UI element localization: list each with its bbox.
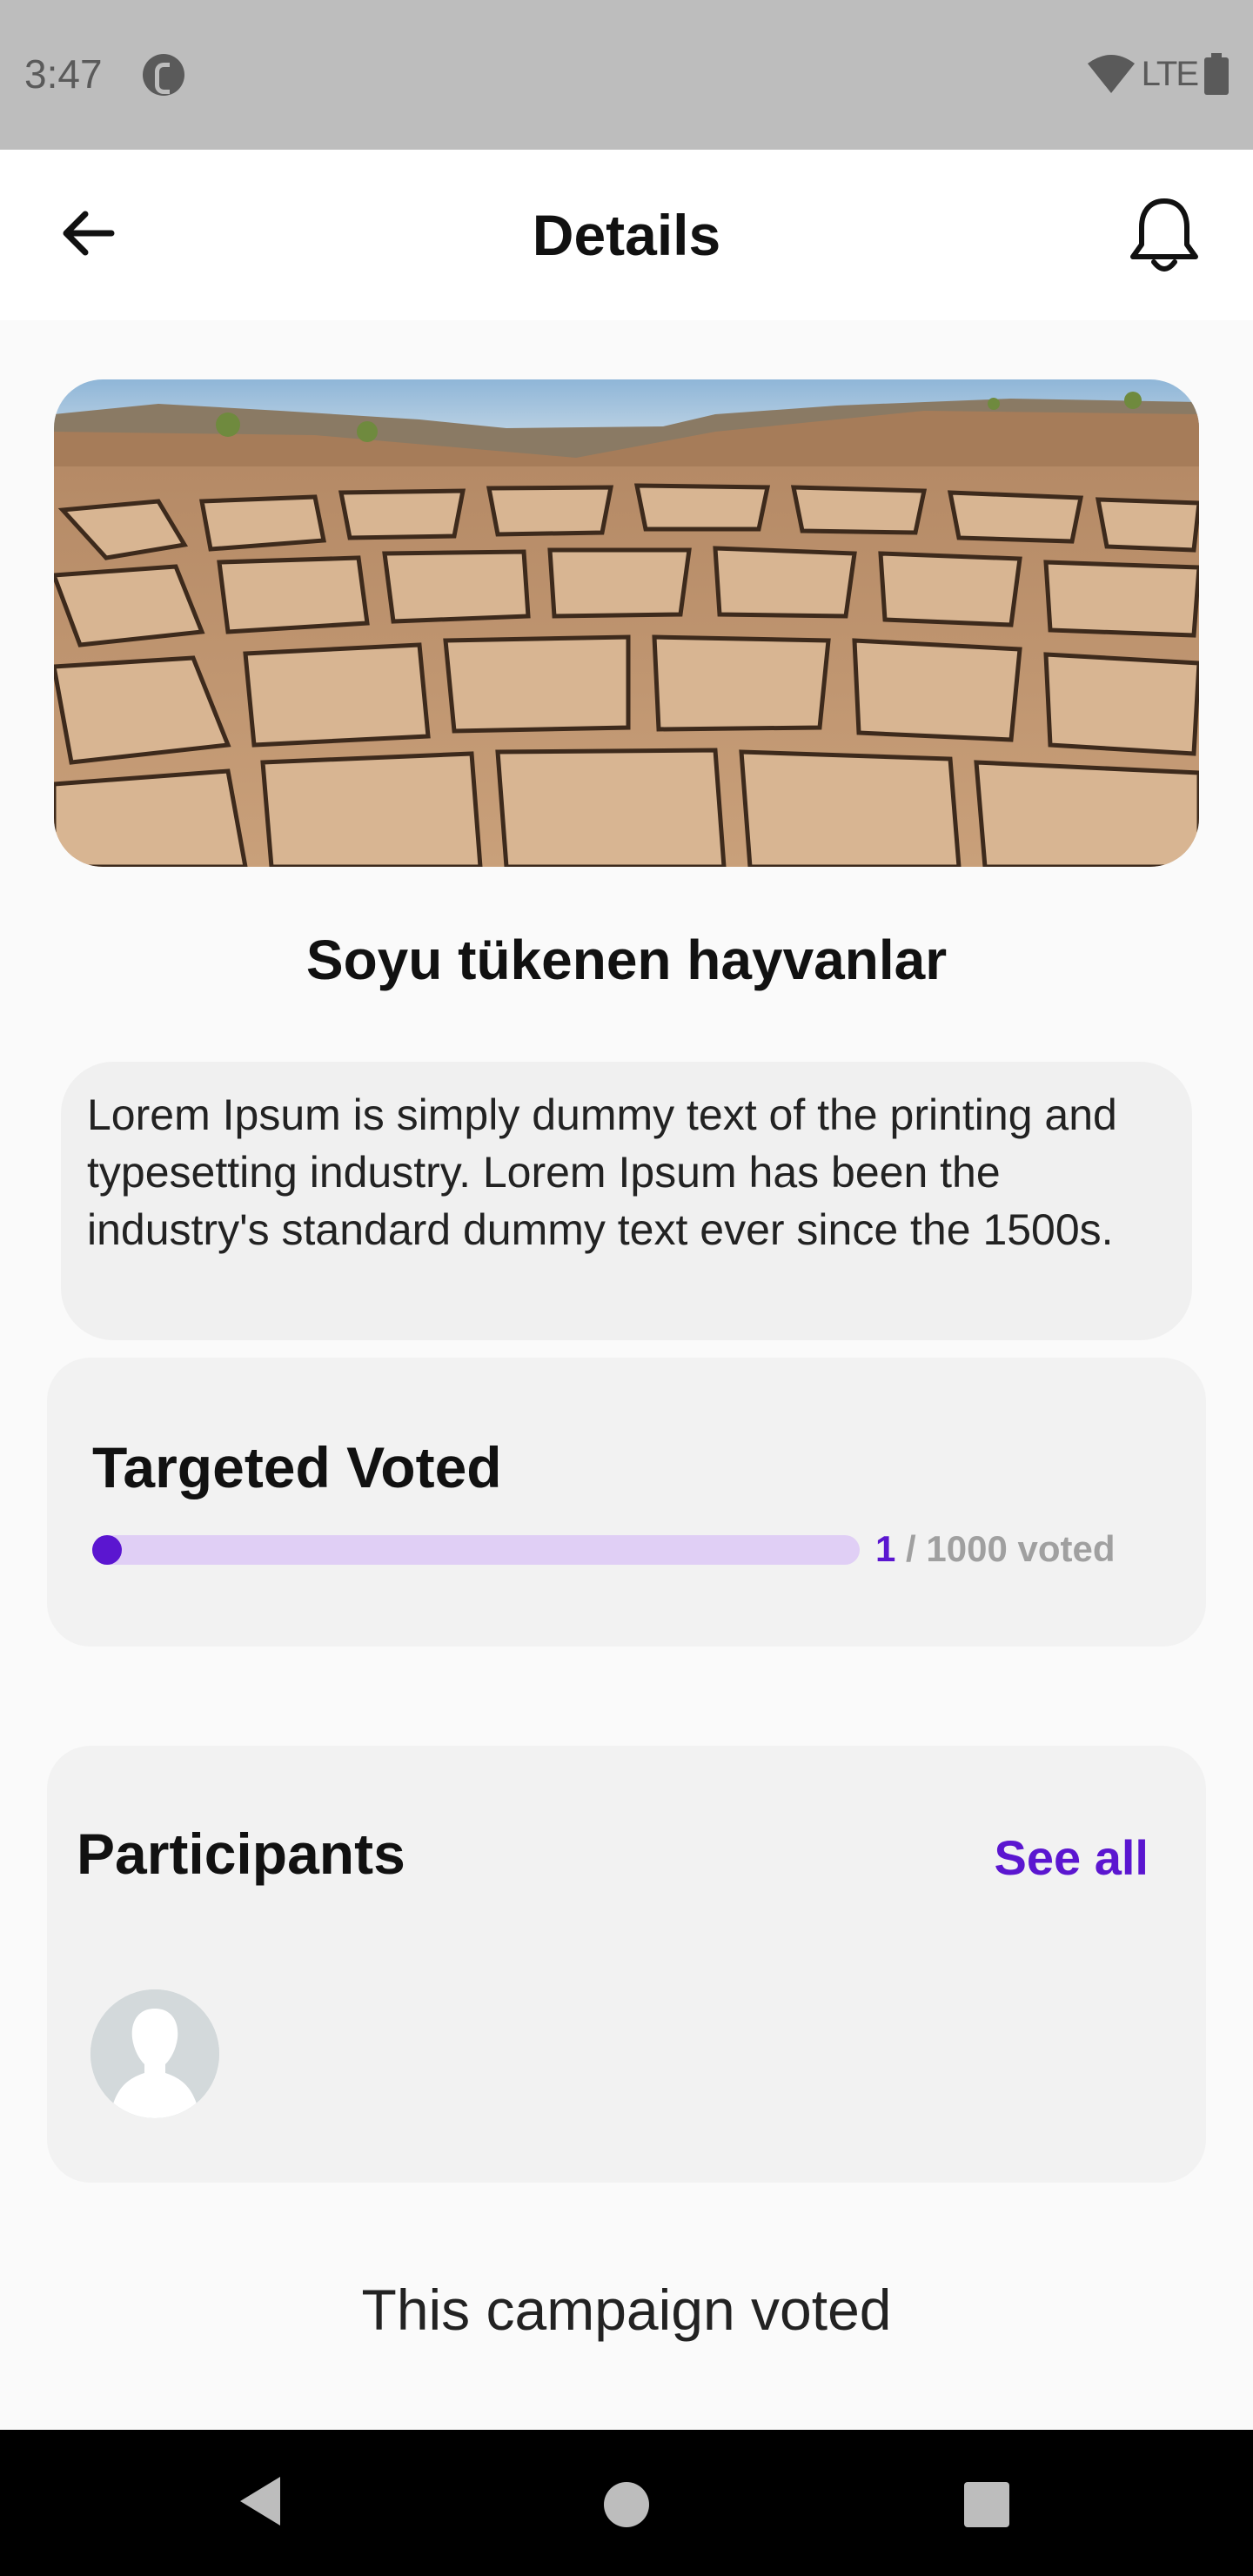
- page-title: Details: [532, 203, 721, 267]
- battery-icon: [1204, 53, 1229, 95]
- see-all-link[interactable]: See all: [995, 1829, 1149, 1886]
- status-indicators: LTE: [1087, 52, 1229, 96]
- vote-current: 1: [875, 1528, 896, 1569]
- targeted-vote-card: Targeted Voted 1 / 1000 voted: [47, 1358, 1206, 1647]
- campaign-title: Soyu tükenen hayvanlar: [305, 929, 948, 991]
- description-card: Lorem Ipsum is simply dummy text of the …: [61, 1062, 1192, 1340]
- vote-progress-fill: [92, 1535, 122, 1565]
- notifications-button[interactable]: [1117, 190, 1211, 284]
- default-avatar-icon: [90, 1989, 219, 2118]
- nav-home-icon[interactable]: [604, 2482, 649, 2527]
- app-bar: Details: [0, 150, 1253, 320]
- participants-heading: Participants: [77, 1821, 405, 1886]
- nav-recents-icon[interactable]: [964, 2482, 1009, 2527]
- network-label: LTE: [1141, 54, 1199, 93]
- system-navigation-bar: [0, 2430, 1253, 2576]
- participant-avatar[interactable]: [90, 1989, 219, 2118]
- participants-card: Participants See all: [47, 1746, 1206, 2183]
- nav-back-icon[interactable]: [235, 2473, 284, 2533]
- vote-progress-bar: [92, 1535, 860, 1565]
- vote-count: 1 / 1000 voted: [875, 1528, 1116, 1570]
- status-time: 3:47: [24, 51, 103, 97]
- campaign-image: [54, 379, 1199, 867]
- targeted-vote-heading: Targeted Voted: [92, 1435, 502, 1499]
- vote-target: 1000 voted: [926, 1528, 1116, 1569]
- campaign-description: Lorem Ipsum is simply dummy text of the …: [87, 1090, 1117, 1254]
- status-bar: 3:47 LTE: [0, 0, 1253, 150]
- bell-icon: [1128, 196, 1201, 278]
- vote-separator: /: [895, 1528, 927, 1569]
- app-notification-icon: [143, 54, 184, 96]
- campaign-voted-message: This campaign voted: [361, 2277, 892, 2342]
- wifi-icon: [1087, 55, 1135, 93]
